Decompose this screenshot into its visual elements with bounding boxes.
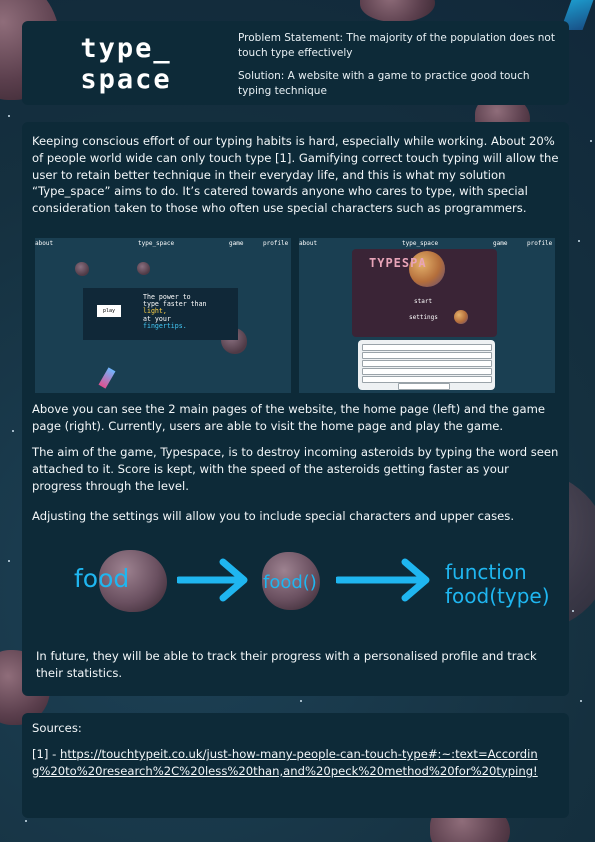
planet-icon <box>454 310 468 324</box>
home-nav: about type_space game profile <box>35 240 291 250</box>
source-reference: [1] - https://touchtypeit.co.uk/just-how… <box>32 746 552 780</box>
nav-game: game <box>229 240 244 247</box>
flow-word-food-call: food() <box>263 572 317 593</box>
nav-about: about <box>299 240 318 247</box>
header-panel: type_ space Problem Statement: The major… <box>22 21 569 105</box>
nav-profile: profile <box>527 240 553 247</box>
future-paragraph: In future, they will be able to track th… <box>36 649 537 680</box>
background-asteroid <box>360 0 435 22</box>
flow-word-food: food <box>74 564 130 593</box>
start-option: start <box>414 298 433 305</box>
solution-statement: Solution: A website with a game to pract… <box>238 70 530 97</box>
nav-title: type_space <box>138 240 175 247</box>
flow-word-function: function food(type) <box>445 560 550 608</box>
settings-paragraph: Adjusting the settings will allow you to… <box>32 509 515 523</box>
nav-profile: profile <box>263 240 289 247</box>
rocket-icon <box>98 367 116 389</box>
nav-game: game <box>493 240 508 247</box>
problem-statement: Problem Statement: The majority of the p… <box>238 32 555 59</box>
pages-paragraph: Above you can see the 2 main pages of th… <box>32 402 546 433</box>
hero-text: The power to type faster than light, at … <box>143 293 228 330</box>
mini-asteroid <box>75 262 89 276</box>
source-link[interactable]: https://touchtypeit.co.uk/just-how-many-… <box>32 747 538 778</box>
main-panel: Keeping conscious effort of our typing h… <box>22 122 569 696</box>
arrow-icon <box>336 558 430 602</box>
nav-about: about <box>35 240 54 247</box>
sources-panel: Sources: [1] - https://touchtypeit.co.uk… <box>22 713 569 818</box>
play-button: play <box>97 305 121 317</box>
intro-paragraph: Keeping conscious effort of our typing h… <box>32 134 559 216</box>
home-page-screenshot: about type_space game profile play The p… <box>35 238 291 393</box>
aim-paragraph: The aim of the game, Typespace, is to de… <box>32 445 559 493</box>
arrow-icon <box>177 558 248 602</box>
keyboard-graphic <box>358 340 495 390</box>
game-title: TYPESPA <box>369 256 427 270</box>
sources-title: Sources: <box>32 721 82 735</box>
hero-line: fingertips. <box>143 321 187 330</box>
logo-line-2: space <box>80 64 172 95</box>
logo-line-1: type_ <box>80 33 172 64</box>
settings-option: settings <box>409 314 438 321</box>
flow-word-function-line1: function <box>445 560 527 584</box>
logo: type_ space <box>66 33 186 95</box>
header-statements: Problem Statement: The majority of the p… <box>238 31 558 107</box>
flow-word-function-line2: food(type) <box>445 584 550 608</box>
nav-title: type_space <box>402 240 439 247</box>
game-page-screenshot: about type_space game profile TYPESPA st… <box>299 238 555 393</box>
mini-asteroid <box>137 262 150 275</box>
source-ref-prefix: [1] - <box>32 747 60 761</box>
